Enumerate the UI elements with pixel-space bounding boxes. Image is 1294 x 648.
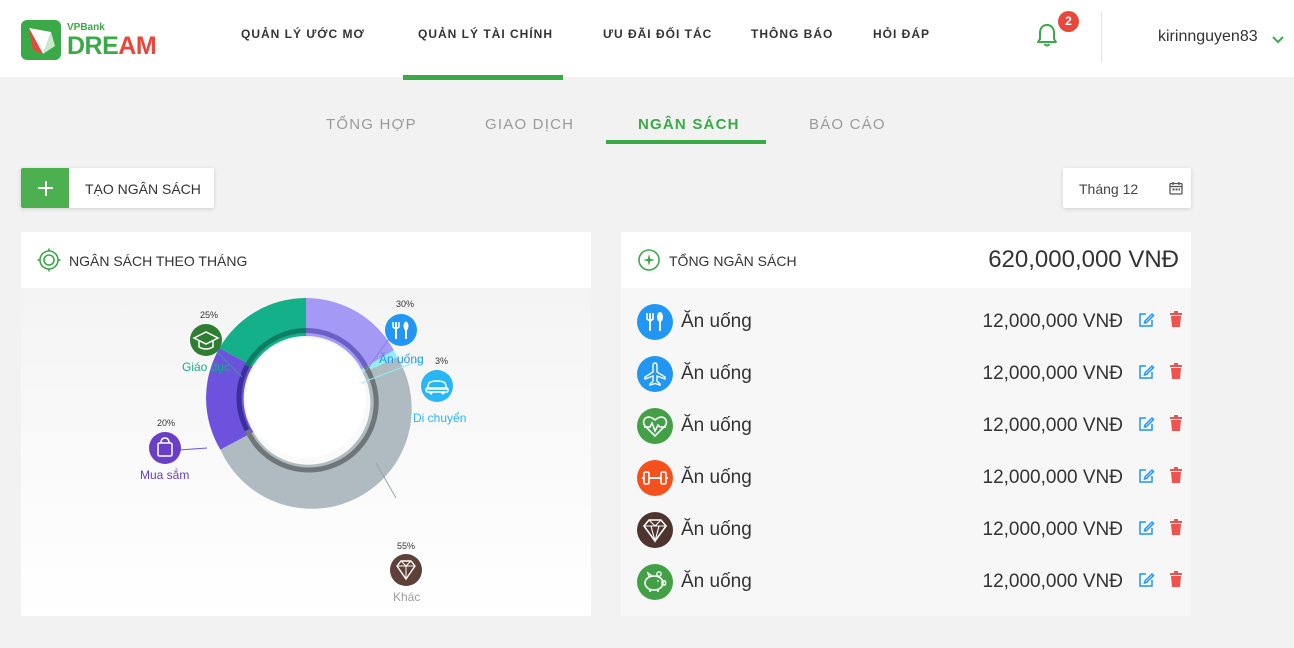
chevron-down-icon[interactable]	[1272, 32, 1284, 44]
plus-icon	[21, 168, 69, 208]
budget-amount: 12,000,000 VNĐ	[982, 311, 1124, 332]
budget-name: Ăn uống	[681, 363, 752, 384]
budget-name: Ăn uống	[681, 311, 752, 332]
heart-pulse-icon	[637, 408, 673, 444]
tab-reports[interactable]: BÁO CÁO	[809, 116, 886, 133]
budget-amount: 12,000,000 VNĐ	[982, 571, 1124, 592]
budget-list: Ăn uống 12,000,000 VNĐ Ăn uống 12,000,00…	[621, 288, 1191, 616]
dumbbell-icon	[637, 460, 673, 496]
create-budget-button[interactable]: TẠO NGÂN SÁCH	[21, 168, 214, 208]
budget-amount: 12,000,000 VNĐ	[982, 415, 1124, 436]
nav-partner-offers[interactable]: ƯU ĐÃI ĐỐI TÁC	[603, 27, 712, 41]
piggy-bank-icon	[637, 564, 673, 600]
label-other: Khác	[393, 590, 421, 604]
nav-dream-management[interactable]: QUẢN LÝ ƯỚC MƠ	[241, 27, 365, 41]
shopping-bag-icon	[149, 432, 181, 464]
label-food: Ăn uống	[379, 352, 424, 366]
list-item[interactable]: Ăn uống 12,000,000 VNĐ	[621, 452, 1191, 504]
header-divider	[1101, 12, 1102, 62]
budget-donut-chart	[149, 298, 453, 586]
budget-name: Ăn uống	[681, 571, 752, 592]
edit-icon[interactable]	[1137, 415, 1155, 433]
label-shopping: Mua sắm	[140, 468, 190, 482]
total-budget-header: TỔNG NGÂN SÁCH 620,000,000 VNĐ	[621, 232, 1191, 288]
trash-icon[interactable]	[1169, 519, 1183, 535]
trash-icon[interactable]	[1169, 311, 1183, 327]
calendar-icon	[1169, 181, 1183, 195]
list-item[interactable]: Ăn uống 12,000,000 VNĐ	[621, 348, 1191, 400]
fork-knife-icon	[385, 314, 417, 346]
money-target-icon	[37, 248, 61, 272]
pct-shopping: 20%	[157, 418, 176, 428]
budget-amount: 12,000,000 VNĐ	[982, 363, 1124, 384]
tab-summary[interactable]: TỔNG HỢP	[326, 116, 417, 133]
budget-name: Ăn uống	[681, 415, 752, 436]
pct-food: 30%	[396, 299, 415, 309]
month-value: Tháng 12	[1079, 181, 1139, 197]
budget-name: Ăn uống	[681, 519, 752, 540]
diamond-icon	[637, 512, 673, 548]
active-nav-indicator	[403, 75, 563, 80]
create-budget-label: TẠO NGÂN SÁCH	[85, 181, 201, 197]
list-item[interactable]: Ăn uống 12,000,000 VNĐ	[621, 556, 1191, 608]
total-budget-title: TỔNG NGÂN SÁCH	[669, 253, 797, 269]
trash-icon[interactable]	[1169, 415, 1183, 431]
budget-name: Ăn uống	[681, 467, 752, 488]
car-icon	[421, 370, 453, 402]
month-picker[interactable]: Tháng 12	[1063, 168, 1191, 208]
tab-budget[interactable]: NGÂN SÁCH	[638, 116, 740, 133]
username[interactable]: kirinnguyen83	[1158, 28, 1258, 46]
list-item[interactable]: Ăn uống 12,000,000 VNĐ	[621, 400, 1191, 452]
budget-amount: 12,000,000 VNĐ	[982, 467, 1124, 488]
logo-mark-icon	[21, 20, 61, 60]
edit-icon[interactable]	[1137, 311, 1155, 329]
tab-transactions[interactable]: GIAO DỊCH	[485, 116, 574, 133]
airplane-icon	[637, 356, 673, 392]
nav-finance-management[interactable]: QUẢN LÝ TÀI CHÍNH	[418, 27, 553, 41]
edit-icon[interactable]	[1137, 571, 1155, 589]
trash-icon[interactable]	[1169, 467, 1183, 483]
bell-icon[interactable]	[1035, 22, 1059, 48]
pct-other: 55%	[397, 541, 416, 551]
fork-knife-icon	[637, 304, 673, 340]
total-budget-amount: 620,000,000 VNĐ	[988, 246, 1179, 273]
logo-big-text: DREAM	[67, 32, 157, 60]
trash-icon[interactable]	[1169, 363, 1183, 379]
list-item[interactable]: Ăn uống 12,000,000 VNĐ	[621, 504, 1191, 556]
vpbank-dream-logo[interactable]: VPBank DREAM	[21, 20, 157, 60]
nav-faq[interactable]: HỎI ĐÁP	[873, 27, 930, 41]
monthly-budget-title: NGÂN SÁCH THEO THÁNG	[69, 253, 248, 269]
list-item[interactable]: Ăn uống 12,000,000 VNĐ	[621, 296, 1191, 348]
trash-icon[interactable]	[1169, 571, 1183, 587]
pct-transport: 3%	[435, 356, 449, 366]
nav-notifications[interactable]: THÔNG BÁO	[751, 27, 833, 41]
monthly-budget-header: NGÂN SÁCH THEO THÁNG	[21, 232, 591, 288]
total-budget-card: TỔNG NGÂN SÁCH 620,000,000 VNĐ Ăn uống 1…	[621, 232, 1191, 616]
active-tab-indicator	[606, 140, 766, 144]
edit-icon[interactable]	[1137, 519, 1155, 537]
top-navbar: VPBank DREAM QUẢN LÝ ƯỚC MƠ QUẢN LÝ TÀI …	[0, 0, 1294, 80]
edit-icon[interactable]	[1137, 363, 1155, 381]
budget-amount: 12,000,000 VNĐ	[982, 519, 1124, 540]
compass-icon	[637, 248, 661, 272]
edit-icon[interactable]	[1137, 467, 1155, 485]
diamond-icon	[390, 554, 422, 586]
label-transport: Di chuyển	[413, 411, 467, 425]
notification-count-badge: 2	[1058, 11, 1079, 32]
graduation-cap-icon	[190, 324, 222, 356]
label-education: Giáo dục	[182, 360, 231, 374]
monthly-budget-card: NGÂN SÁCH THEO THÁNG 30% Ăn uống 3% Di c…	[21, 232, 591, 616]
pct-education: 25%	[200, 310, 219, 320]
